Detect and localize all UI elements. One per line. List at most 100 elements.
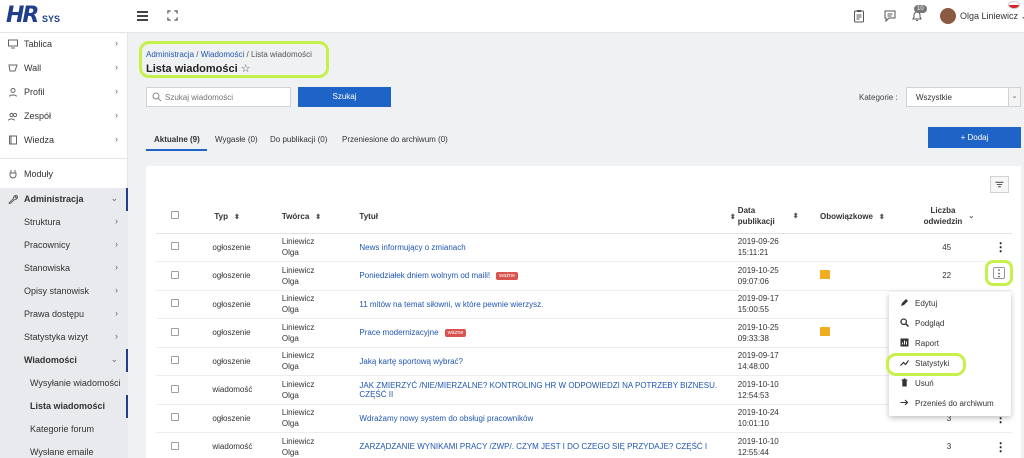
header-visits[interactable]: Liczba odwiedzin⌄: [903, 200, 990, 234]
cell-title: JAK ZMIERZYĆ /NIE/MIERZALNE? KONTROLING …: [345, 375, 736, 405]
table-row[interactable]: ogłoszenie Liniewicz Olga Wdrażamy nowy sys…: [156, 404, 1012, 433]
sidebar-item-wyslane-emaile[interactable]: Wysłane emaile: [0, 441, 128, 458]
fullscreen-icon[interactable]: [167, 10, 178, 21]
sidebar-item-wysylanie-wiadomosci[interactable]: Wysyłanie wiadomości: [0, 372, 128, 395]
language-flag-icon[interactable]: [1008, 1, 1020, 9]
search-field[interactable]: [146, 87, 291, 107]
message-title-link[interactable]: JAK ZMIERZYĆ /NIE/MIERZALNE? KONTROLING …: [359, 381, 717, 399]
row-checkbox[interactable]: [171, 413, 179, 422]
sidebar-item-wiadomosci[interactable]: Wiadomości ⌄: [0, 349, 128, 372]
menu-item-podglad[interactable]: Podgląd: [889, 313, 1011, 333]
sidebar-item-label: Wiedza: [24, 135, 55, 145]
tab-aktualne[interactable]: Aktualne (9): [146, 127, 207, 151]
cell-type: wiadomość: [212, 375, 278, 405]
more-vertical-icon[interactable]: ⋮: [995, 240, 1007, 254]
clipboard-icon[interactable]: [852, 9, 866, 23]
table-row[interactable]: ogłoszenie Liniewicz Olga Poniedziałek dnie…: [156, 261, 1012, 291]
message-title-link[interactable]: Poniedziałek dniem wolnym od maili!: [359, 271, 490, 280]
cell-title: Jaką kartę sportową wybrać?: [345, 347, 736, 376]
search-input[interactable]: [165, 90, 285, 104]
sidebar-item-zespol[interactable]: Zespół ›: [0, 105, 128, 128]
breadcrumb-wiadomosci[interactable]: Wiadomości: [201, 50, 245, 59]
row-checkbox[interactable]: [171, 356, 179, 365]
cell-date: 2019-10-10 12:55:44: [735, 432, 817, 458]
avatar[interactable]: [940, 8, 956, 24]
row-checkbox[interactable]: [171, 384, 179, 393]
sidebar-item-lista-wiadomosci[interactable]: Lista wiadomości: [0, 395, 128, 418]
user-name[interactable]: Olga Liniewicz ⌄: [960, 11, 1024, 22]
menu-item-raport[interactable]: Raport: [889, 333, 1011, 353]
sidebar-item-opisy-stanowisk[interactable]: Opisy stanowisk ›: [0, 280, 128, 303]
table-row[interactable]: ogłoszenie Liniewicz Olga News informujący …: [156, 233, 1012, 262]
menu-toggle-icon[interactable]: [137, 11, 148, 21]
add-button[interactable]: + Dodaj: [928, 127, 1021, 148]
search-button[interactable]: Szukaj: [298, 87, 391, 107]
tab-wygasle[interactable]: Wygasłe (0): [215, 127, 258, 151]
row-checkbox[interactable]: [171, 441, 179, 450]
category-select[interactable]: Wszystkie ⌄: [906, 87, 1021, 107]
row-checkbox[interactable]: [171, 299, 179, 308]
cell-required: [816, 261, 904, 291]
message-title-link[interactable]: Wdrażamy nowy system do obsługi pracowni…: [359, 414, 533, 423]
sidebar-item-administracja[interactable]: Administracja ⌄: [0, 188, 128, 211]
cell-type: ogłoszenie: [212, 347, 278, 376]
sidebar-item-tablica[interactable]: Tablica ›: [0, 33, 128, 56]
sidebar-item-label: Lista wiadomości: [30, 401, 106, 411]
chevron-right-icon: ›: [115, 110, 118, 120]
important-tag: ważne: [496, 272, 519, 281]
cell-type: ogłoszenie: [212, 318, 278, 348]
message-title-link[interactable]: News informujący o zmianach: [359, 243, 465, 252]
message-title-link[interactable]: ZARZĄDZANIE WYNIKAMI PRACY /ZWP/. CZYM J…: [359, 442, 707, 451]
trash-icon: [901, 378, 908, 387]
star-icon[interactable]: ☆: [241, 63, 251, 75]
report-icon: [900, 338, 909, 347]
chevron-right-icon: ›: [115, 134, 118, 144]
table-row[interactable]: ogłoszenie Liniewicz Olga Jaką kartę sporto…: [156, 347, 1012, 376]
message-title-link[interactable]: 11 mitów na temat siłowni, w które pewni…: [359, 300, 543, 309]
app-logo[interactable]: HR SYS: [6, 3, 66, 28]
header-author[interactable]: Twórca ⬍: [277, 200, 346, 234]
cell-author: Liniewicz Olga: [277, 432, 346, 458]
sidebar-item-struktura[interactable]: Struktura ›: [0, 211, 128, 234]
chevron-right-icon: ›: [115, 62, 118, 72]
header-type[interactable]: Typ ⬍: [212, 200, 278, 234]
menu-item-usun[interactable]: Usuń: [889, 373, 1011, 393]
table-body: ogłoszenie Liniewicz Olga News informujący …: [156, 233, 1012, 458]
select-all-checkbox[interactable]: [171, 211, 179, 220]
sidebar-item-pracownicy[interactable]: Pracownicy ›: [0, 234, 128, 257]
sidebar-item-prawa-dostepu[interactable]: Prawa dostępu ›: [0, 303, 128, 326]
table-row[interactable]: wiadomość Liniewicz Olga ZARZĄDZANIE WYNIKA…: [156, 432, 1012, 458]
header-title[interactable]: Tytuł ⬍: [345, 200, 736, 234]
sidebar-item-kategorie-forum[interactable]: Kategorie forum: [0, 418, 128, 441]
cell-date: 2019-09-17 14:48:00: [735, 347, 817, 376]
row-actions-button-active[interactable]: ⋮: [985, 260, 1013, 286]
table-row[interactable]: wiadomość Liniewicz Olga JAK ZMIERZYĆ /NIE/…: [156, 375, 1012, 405]
menu-item-edytuj[interactable]: Edytuj: [889, 293, 1011, 313]
tab-przeniesione[interactable]: Przeniesione do archiwum (0): [342, 127, 448, 151]
chevron-right-icon: ›: [115, 308, 118, 318]
menu-item-przenies[interactable]: Przenieś do archiwum: [889, 393, 1011, 413]
sidebar-item-label: Moduły: [24, 169, 54, 179]
sort-icon: ⬍: [878, 213, 885, 221]
filter-button[interactable]: [990, 176, 1009, 193]
row-checkbox[interactable]: [171, 327, 179, 336]
table-row[interactable]: ogłoszenie Liniewicz Olga 11 mitów na temat…: [156, 290, 1012, 319]
sidebar-item-statystyka-wizyt[interactable]: Statystyka wizyt ›: [0, 326, 128, 349]
row-checkbox[interactable]: [171, 270, 179, 279]
sidebar-item-profil[interactable]: Profil ›: [0, 81, 128, 104]
message-title-link[interactable]: Prace modernizacyjne: [359, 328, 438, 337]
sidebar-item-wiedza[interactable]: Wiedza ›: [0, 129, 128, 152]
message-title-link[interactable]: Jaką kartę sportową wybrać?: [359, 357, 463, 366]
sidebar-item-wall[interactable]: Wall ›: [0, 57, 128, 80]
header-date[interactable]: Data publikacji⬍: [735, 200, 817, 234]
cell-author: Liniewicz Olga: [277, 347, 346, 376]
chat-icon[interactable]: [883, 9, 897, 23]
sidebar-item-moduly[interactable]: Moduły: [0, 163, 128, 186]
sidebar-item-stanowiska[interactable]: Stanowiska ›: [0, 257, 128, 280]
table-row[interactable]: ogłoszenie Liniewicz Olga Prace modernizacy…: [156, 318, 1012, 348]
header-required[interactable]: Obowiązkowe ⬍: [816, 200, 904, 234]
breadcrumb-administracja[interactable]: Administracja: [146, 50, 194, 59]
more-vertical-icon[interactable]: ⋮: [995, 440, 1007, 454]
tab-do-publikacji[interactable]: Do publikacji (0): [270, 127, 327, 151]
row-checkbox[interactable]: [171, 242, 179, 251]
